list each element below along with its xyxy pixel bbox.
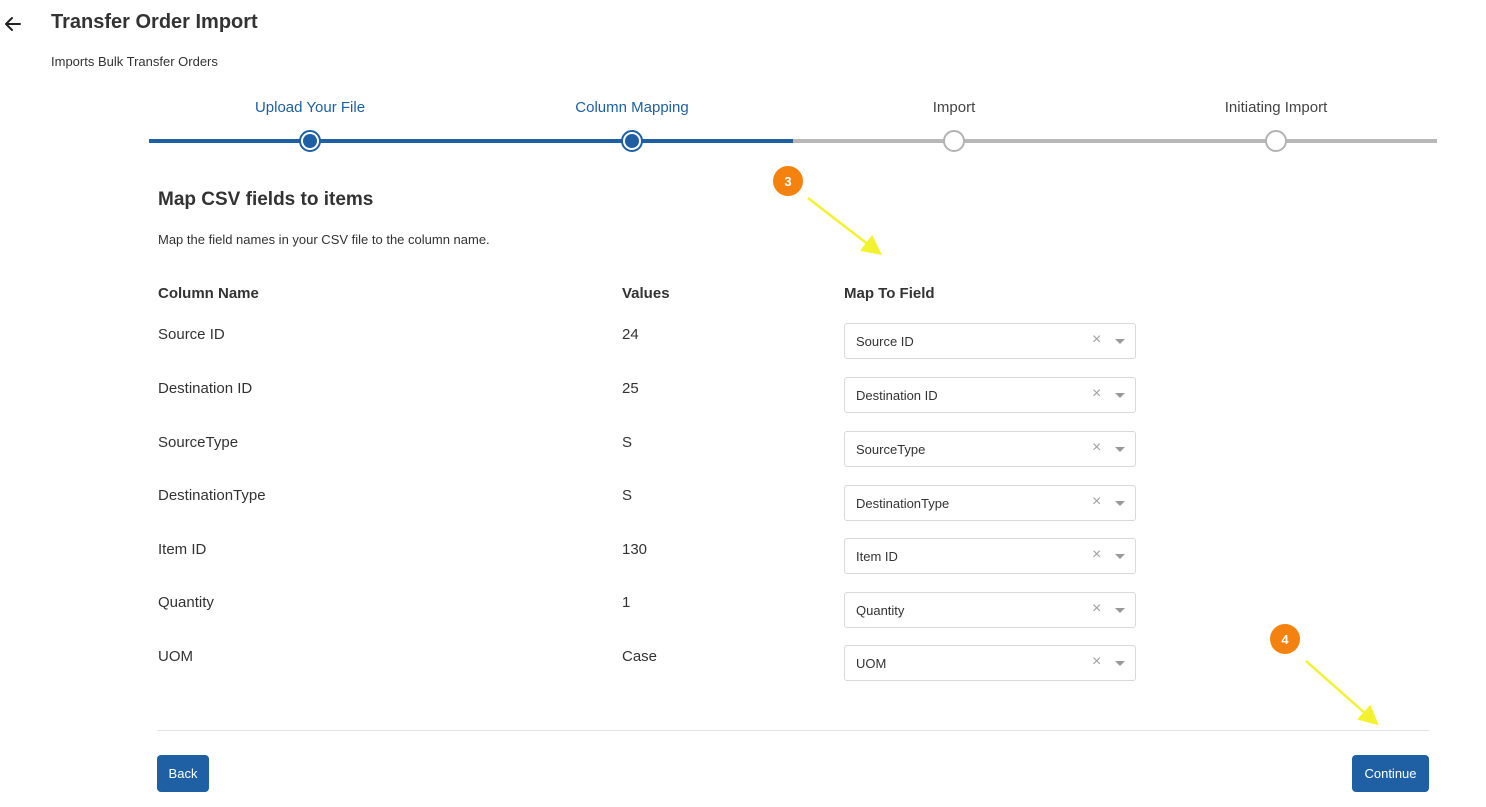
map-field-select[interactable]: Item ID × (844, 538, 1136, 574)
map-field-selected-value: Item ID (856, 549, 898, 564)
row-column-name: SourceType (158, 434, 239, 451)
section-title: Map CSV fields to items (158, 189, 374, 210)
map-field-select[interactable]: SourceType × (844, 431, 1136, 467)
map-field-select[interactable]: Source ID × (844, 323, 1136, 359)
map-field-selected-value: UOM (856, 656, 887, 671)
step-label-import: Import (932, 99, 976, 116)
annotation-badge-3: 3 (773, 166, 803, 196)
map-field-selected-value: DestinationType (856, 496, 950, 511)
section-description: Map the field names in your CSV file to … (158, 232, 490, 247)
step-label-column-mapping: Column Mapping (575, 99, 689, 116)
clear-icon[interactable]: × (1092, 439, 1101, 457)
caret-down-icon[interactable] (1115, 554, 1125, 559)
caret-down-icon[interactable] (1115, 447, 1125, 452)
row-value: 24 (622, 326, 639, 343)
row-value: S (622, 487, 633, 504)
back-arrow-icon[interactable] (4, 14, 22, 34)
map-field-selected-value: Destination ID (856, 388, 938, 403)
row-column-name: Quantity (158, 594, 214, 611)
row-column-name: Source ID (158, 326, 225, 343)
map-field-select[interactable]: UOM × (844, 645, 1136, 681)
row-value: 1 (622, 594, 631, 611)
row-column-name: Destination ID (158, 380, 253, 397)
stepper-progress-track (149, 139, 793, 143)
column-name-header: Column Name (158, 285, 259, 302)
clear-icon[interactable]: × (1092, 653, 1101, 671)
step-dot-import (943, 130, 965, 152)
caret-down-icon[interactable] (1115, 339, 1125, 344)
row-column-name: UOM (158, 648, 193, 665)
caret-down-icon[interactable] (1115, 393, 1125, 398)
row-column-name: Item ID (158, 541, 207, 558)
step-label-upload-your-file: Upload Your File (254, 99, 366, 116)
page-title: Transfer Order Import (51, 11, 258, 33)
stepper-remaining-track (793, 139, 1437, 143)
clear-icon[interactable]: × (1092, 385, 1101, 403)
row-value: Case (622, 648, 658, 665)
continue-button[interactable]: Continue (1352, 755, 1429, 792)
page-subtitle: Imports Bulk Transfer Orders (51, 54, 218, 69)
step-dot-initiating-import (1265, 130, 1287, 152)
map-field-select[interactable]: Destination ID × (844, 377, 1136, 413)
caret-down-icon[interactable] (1115, 661, 1125, 666)
annotation-arrow-4 (1305, 660, 1379, 726)
clear-icon[interactable]: × (1092, 600, 1101, 618)
caret-down-icon[interactable] (1115, 501, 1125, 506)
clear-icon[interactable]: × (1092, 493, 1101, 511)
footer-divider (157, 730, 1429, 731)
back-button[interactable]: Back (157, 755, 209, 792)
map-field-selected-value: SourceType (856, 442, 926, 457)
step-dot-column-mapping (621, 130, 643, 152)
step-dot-upload-your-file (299, 130, 321, 152)
values-header: Values (622, 285, 670, 302)
annotation-badge-4: 4 (1270, 624, 1300, 654)
clear-icon[interactable]: × (1092, 546, 1101, 564)
row-column-name: DestinationType (158, 487, 266, 504)
map-field-select[interactable]: DestinationType × (844, 485, 1136, 521)
map-field-select[interactable]: Quantity × (844, 592, 1136, 628)
row-value: S (622, 434, 633, 451)
row-value: 130 (622, 541, 648, 558)
step-label-initiating-import: Initiating Import (1224, 99, 1328, 116)
caret-down-icon[interactable] (1115, 608, 1125, 613)
annotation-arrows (807, 197, 1379, 726)
map-to-field-header: Map To Field (844, 285, 935, 302)
row-value: 25 (622, 380, 639, 397)
clear-icon[interactable]: × (1092, 331, 1101, 349)
map-field-selected-value: Quantity (856, 603, 905, 618)
annotation-arrow-3 (807, 197, 882, 256)
map-field-selected-value: Source ID (856, 334, 914, 349)
